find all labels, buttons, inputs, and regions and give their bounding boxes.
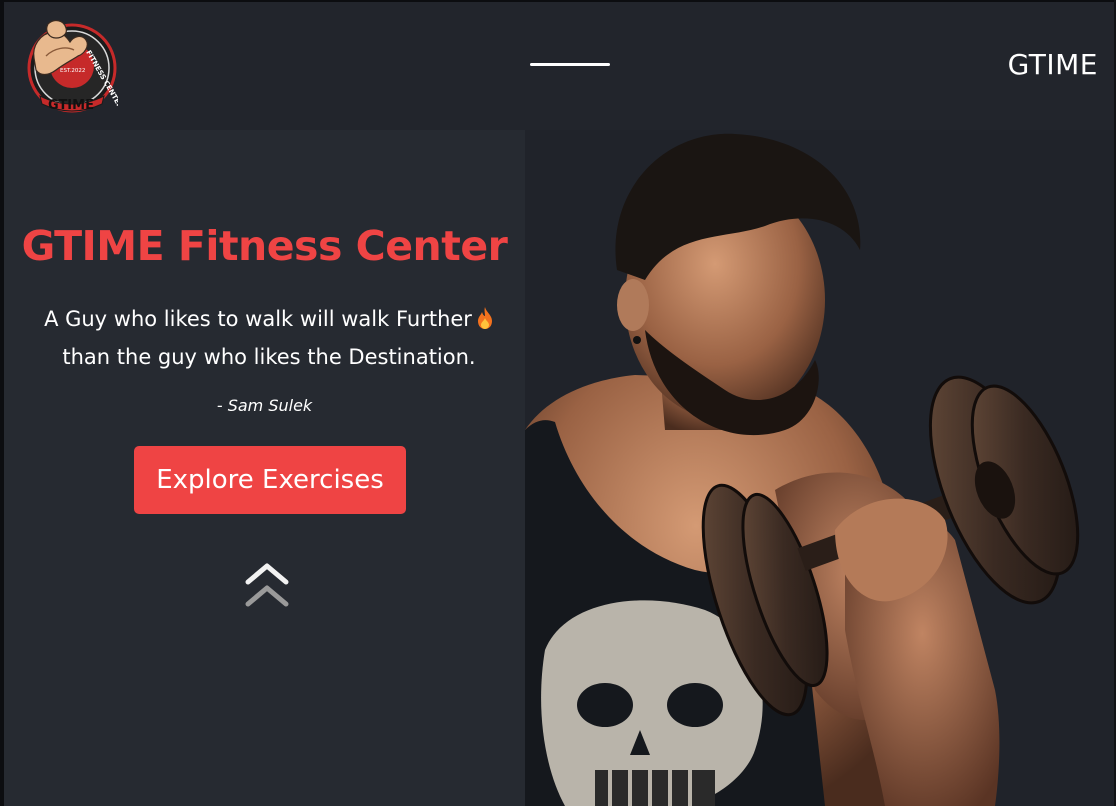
navbar: FITNESS CENTER EST.2022 GTIME GTIME — [4, 2, 1114, 130]
quote-line-1: A Guy who likes to walk will walk Furthe… — [44, 307, 472, 331]
hero-quote: A Guy who likes to walk will walk Furthe… — [24, 300, 514, 376]
logo-bottom-text: GTIME — [48, 98, 94, 113]
gtime-logo[interactable]: FITNESS CENTER EST.2022 GTIME — [26, 16, 124, 118]
man-lifting-dumbbell-photo — [525, 130, 1114, 806]
brand-name[interactable]: GTIME — [1008, 48, 1098, 81]
quote-author: - Sam Sulek — [216, 396, 313, 415]
hero-text-section: GTIME Fitness Center A Guy who likes to … — [4, 130, 525, 806]
logo-est-text: EST.2022 — [60, 68, 85, 74]
quote-line-2: than the guy who likes the Destination. — [62, 345, 476, 369]
hamburger-menu-icon[interactable] — [530, 54, 610, 78]
explore-exercises-button[interactable]: Explore Exercises — [134, 446, 406, 514]
hero-title: GTIME Fitness Center — [21, 222, 508, 270]
menu-line — [530, 63, 610, 66]
double-chevron-up-icon[interactable] — [244, 560, 290, 612]
fire-icon — [476, 304, 494, 329]
